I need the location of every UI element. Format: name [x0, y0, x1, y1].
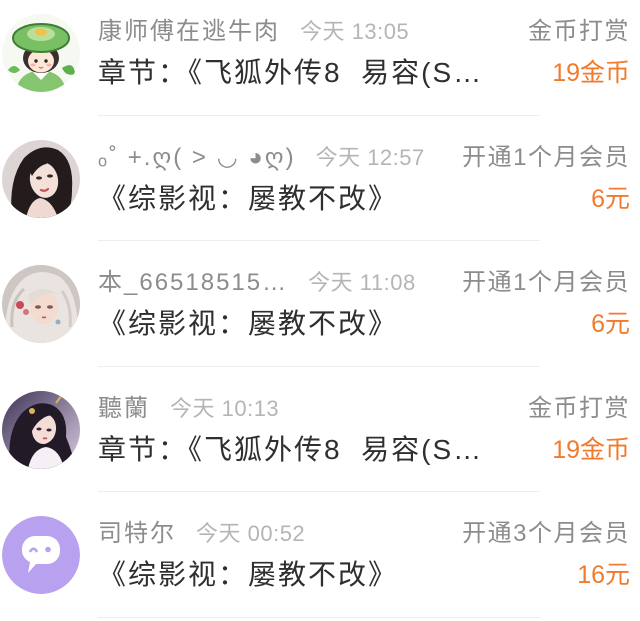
record-body: 《综影视：屡教不改》 6元: [98, 181, 630, 217]
user-avatar[interactable]: [2, 265, 80, 343]
record-body: 章节：《飞狐外传8 易容(S… 19金币: [98, 432, 630, 468]
avatar-image: [2, 265, 80, 343]
username: 康师傅在逃牛肉: [98, 18, 280, 45]
reward-target-title: 《综影视：屡教不改》: [98, 308, 399, 339]
list-item[interactable]: 聽蘭 今天 10:13 金币打赏 章节：《飞狐外传8 易容(S… 19金币: [0, 367, 640, 492]
reward-type: 开通1个月会员: [462, 269, 630, 296]
record-header: 康师傅在逃牛肉 今天 13:05 金币打赏: [98, 17, 630, 47]
reward-amount: 19金币: [552, 59, 630, 87]
reward-type: 金币打赏: [528, 394, 630, 422]
reward-type: 金币打赏: [528, 18, 630, 45]
user-avatar[interactable]: [2, 516, 80, 594]
timestamp: 今天 11:08: [308, 270, 416, 295]
record-body: 章节：《飞狐外传8 易容(S… 19金币: [98, 55, 630, 91]
list-item[interactable]: 本_66518515… 今天 11:08 开通1个月会员 《综影视：屡教不改》 …: [0, 241, 640, 367]
reward-type: 开通1个月会员: [462, 143, 630, 171]
divider: [98, 616, 540, 618]
reward-type: 开通3个月会员: [462, 520, 630, 547]
reward-amount: 6元: [591, 184, 630, 213]
avatar-image: [2, 14, 80, 92]
reward-record-list: 康师傅在逃牛肉 今天 13:05 金币打赏 章节：《飞狐外传8 易容(S… 19…: [0, 0, 640, 618]
reward-target-title: 章节：《飞狐外传8 易容(S…: [98, 57, 484, 88]
list-item[interactable]: ₒ˚ +.ღ( ˃ ◡ ◕ღ) 今天 12:57 开通1个月会员 《综影视：屡教…: [0, 116, 640, 241]
username: 聽蘭: [98, 394, 150, 422]
reward-target-title: 《综影视：屡教不改》: [98, 559, 399, 590]
record-body: 《综影视：屡教不改》 6元: [98, 306, 630, 342]
user-avatar[interactable]: [2, 14, 80, 92]
timestamp: 今天 10:13: [170, 395, 280, 421]
avatar-image: [2, 139, 80, 218]
user-avatar[interactable]: [2, 390, 80, 469]
timestamp: 今天 00:52: [196, 521, 306, 546]
reward-target-title: 章节：《飞狐外传8 易容(S…: [98, 433, 484, 465]
avatar-image: [2, 390, 80, 469]
list-item[interactable]: 康师傅在逃牛肉 今天 13:05 金币打赏 章节：《飞狐外传8 易容(S… 19…: [0, 0, 640, 116]
username: 司特尔: [98, 520, 176, 547]
reward-amount: 19金币: [552, 435, 630, 464]
timestamp: 今天 13:05: [300, 19, 410, 44]
record-header: 本_66518515… 今天 11:08 开通1个月会员: [98, 268, 630, 298]
reward-amount: 16元: [577, 561, 630, 589]
record-header: 司特尔 今天 00:52 开通3个月会员: [98, 519, 630, 549]
user-avatar[interactable]: [2, 139, 80, 218]
avatar-image: [2, 516, 80, 594]
record-body: 《综影视：屡教不改》 16元: [98, 557, 630, 593]
list-item[interactable]: 司特尔 今天 00:52 开通3个月会员 《综影视：屡教不改》 16元: [0, 492, 640, 618]
record-header: ₒ˚ +.ღ( ˃ ◡ ◕ღ) 今天 12:57 开通1个月会员: [98, 143, 630, 173]
username: ₒ˚ +.ღ( ˃ ◡ ◕ღ): [98, 143, 296, 171]
username: 本_66518515…: [98, 269, 289, 296]
reward-amount: 6元: [591, 310, 630, 338]
timestamp: 今天 12:57: [315, 144, 425, 170]
record-header: 聽蘭 今天 10:13 金币打赏: [98, 394, 630, 424]
reward-target-title: 《综影视：屡教不改》: [98, 182, 399, 214]
